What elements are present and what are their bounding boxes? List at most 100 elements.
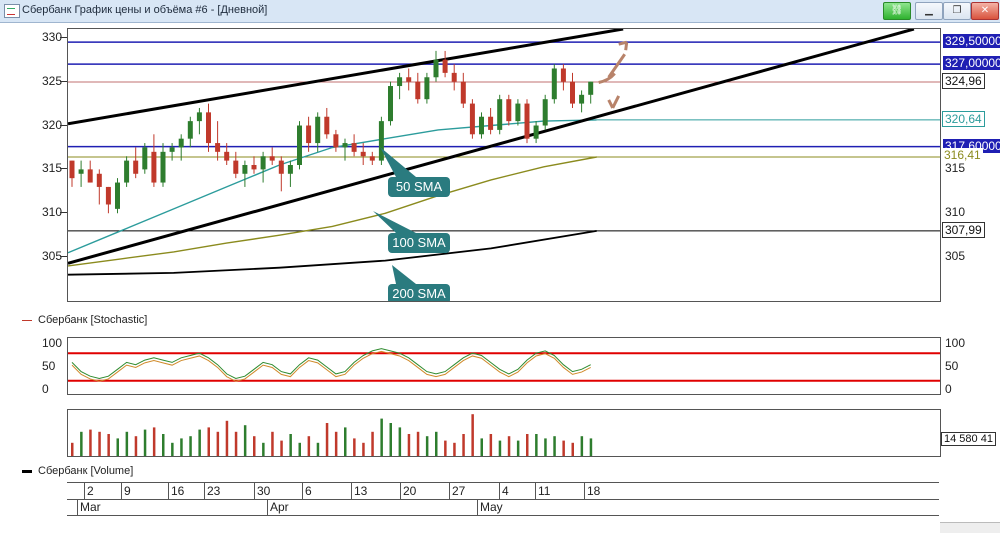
forecast-arrowhead-2 [618, 40, 629, 51]
volume-bar [325, 423, 329, 456]
candle-body [388, 86, 393, 122]
volume-bar [225, 420, 229, 456]
candle-body [460, 81, 466, 104]
candle-body [506, 99, 512, 122]
candle-body [497, 99, 503, 130]
volume-bar [353, 438, 356, 456]
minimize-button[interactable]: ▁ [915, 2, 943, 20]
candle-body [105, 186, 111, 205]
date-label: 18 [587, 484, 601, 498]
candle-body [278, 160, 284, 174]
candle-body [369, 156, 375, 161]
candle-body [315, 116, 321, 144]
stoch-tick-right: 100 [945, 336, 966, 350]
volume-bar [280, 440, 283, 456]
volume-bar [298, 442, 301, 456]
candle-body [342, 143, 348, 148]
volume-bar [580, 436, 584, 456]
volume-bar [371, 431, 374, 456]
month-tick [477, 499, 478, 515]
candle-body [124, 160, 130, 183]
sma-line-1 [67, 156, 597, 267]
price-tag: 320,64 [942, 110, 985, 127]
date-axis-days: 2 9 16 23 30 6 13 20 27 4 11 18 [67, 482, 939, 500]
candle-body [115, 182, 120, 209]
candle-body [78, 169, 84, 174]
volume-bar [462, 434, 465, 456]
candle-body [515, 103, 521, 122]
callout-label: 200 SMA [392, 286, 446, 301]
candle-body [360, 151, 366, 157]
volume-bar [98, 431, 101, 456]
date-tick [584, 483, 585, 499]
volume-bar [362, 442, 365, 456]
date-label: 30 [257, 484, 271, 498]
stochastic-pane[interactable] [67, 337, 941, 395]
candle-body [560, 68, 566, 82]
volume-bar [416, 431, 420, 456]
stoch-tick-left: 50 [42, 359, 56, 373]
price-chart-pane[interactable]: 50 SMA 100 SMA 200 SMA [67, 27, 941, 304]
candle-body [160, 151, 166, 183]
candle-body [215, 143, 221, 152]
close-button[interactable]: ✕ [971, 2, 999, 20]
volume-bar [389, 423, 392, 456]
candle-body [178, 138, 184, 148]
volume-bar [134, 436, 138, 456]
candle-body [442, 59, 448, 73]
price-tick-right: 315 [945, 161, 966, 176]
volume-bar [398, 427, 402, 456]
candle-body [488, 116, 494, 130]
callout-pointer [380, 147, 416, 177]
candle-body [69, 160, 75, 179]
candle-body [479, 116, 484, 135]
candle-body [588, 81, 594, 95]
candle-body [324, 116, 330, 135]
candle-body [415, 81, 421, 100]
date-label: 27 [452, 484, 466, 498]
volume-bar [289, 434, 292, 456]
volume-bar [143, 429, 147, 456]
date-tick [499, 483, 500, 499]
resize-grip[interactable] [940, 522, 1000, 533]
volume-bar [344, 427, 347, 456]
date-label: 6 [305, 484, 312, 498]
price-tick-mark [60, 256, 67, 258]
forecast-arrowhead-1 [607, 95, 621, 109]
price-tag: 307,99 [942, 221, 985, 238]
link-icon[interactable]: ⛓ [883, 2, 911, 20]
volume-chart [71, 414, 593, 456]
stoch-tick-right: 0 [945, 382, 952, 396]
volume-bar [89, 429, 92, 456]
volume-bar [489, 434, 493, 456]
candle-body [96, 173, 102, 187]
volume-bar [407, 434, 411, 456]
volume-pane[interactable] [67, 409, 941, 457]
candle-body [242, 165, 248, 174]
candle-body [297, 125, 302, 165]
volume-bar [116, 438, 119, 456]
candle-body [269, 156, 275, 161]
price-tag: 329,50000 [942, 33, 1000, 50]
chart-app-icon [4, 4, 20, 18]
candle-body [206, 112, 211, 144]
candle-body [533, 125, 539, 139]
candle-body [196, 112, 202, 122]
date-label: 2 [87, 484, 94, 498]
volume-bar [334, 431, 338, 456]
restore-button[interactable]: ❐ [943, 2, 971, 20]
candle-body [260, 156, 266, 170]
stochastic-chart [68, 348, 940, 382]
volume-bar [316, 442, 320, 456]
candle-body [87, 169, 93, 183]
date-tick [400, 483, 401, 499]
candle-body [351, 143, 357, 152]
date-tick [449, 483, 450, 499]
callout-label: 100 SMA [392, 235, 446, 250]
volume-bar [562, 440, 565, 456]
forecast-arrow-2 [607, 53, 626, 79]
volume-bar [453, 442, 456, 456]
volume-bar [107, 434, 110, 456]
candle-body [469, 103, 475, 135]
stochastic-legend-label: Сбербанк [Stochastic] [38, 314, 148, 326]
